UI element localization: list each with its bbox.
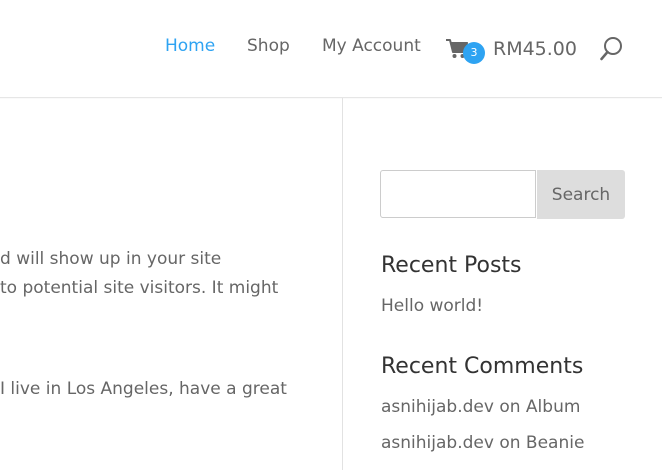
comment-on-text: on [499, 397, 521, 417]
sidebar-divider [342, 98, 343, 470]
cart-count-badge: 3 [463, 42, 485, 64]
sidebar-search-input[interactable] [380, 170, 536, 218]
search-toggle-button[interactable] [600, 36, 624, 62]
recent-posts-title: Recent Posts [381, 253, 522, 278]
comment-post-link[interactable]: Album [526, 397, 580, 417]
content-paragraph-line: I live in Los Angeles, have a great [0, 379, 287, 399]
recent-comment-item: asnihijab.dev on Beanie [381, 433, 584, 453]
comment-author-link[interactable]: asnihijab.dev [381, 433, 494, 453]
recent-comment-item: asnihijab.dev on Album [381, 397, 580, 417]
comment-author-link[interactable]: asnihijab.dev [381, 397, 494, 417]
comment-on-text: on [499, 433, 521, 453]
sidebar-search-button[interactable]: Search [537, 170, 625, 219]
recent-comments-title: Recent Comments [381, 354, 584, 379]
comment-post-link[interactable]: Beanie [526, 433, 585, 453]
content-paragraph-line: to potential site visitors. It might [0, 278, 279, 298]
recent-post-link[interactable]: Hello world! [381, 296, 483, 316]
nav-shop-link[interactable]: Shop [247, 36, 290, 56]
search-icon [600, 37, 622, 61]
nav-my-account-link[interactable]: My Account [322, 36, 421, 56]
site-header: Home Shop My Account 3 RM45.00 [0, 0, 662, 98]
content-paragraph-line: d will show up in your site [0, 249, 222, 269]
cart-total: RM45.00 [493, 38, 577, 60]
nav-home-link[interactable]: Home [165, 36, 215, 56]
